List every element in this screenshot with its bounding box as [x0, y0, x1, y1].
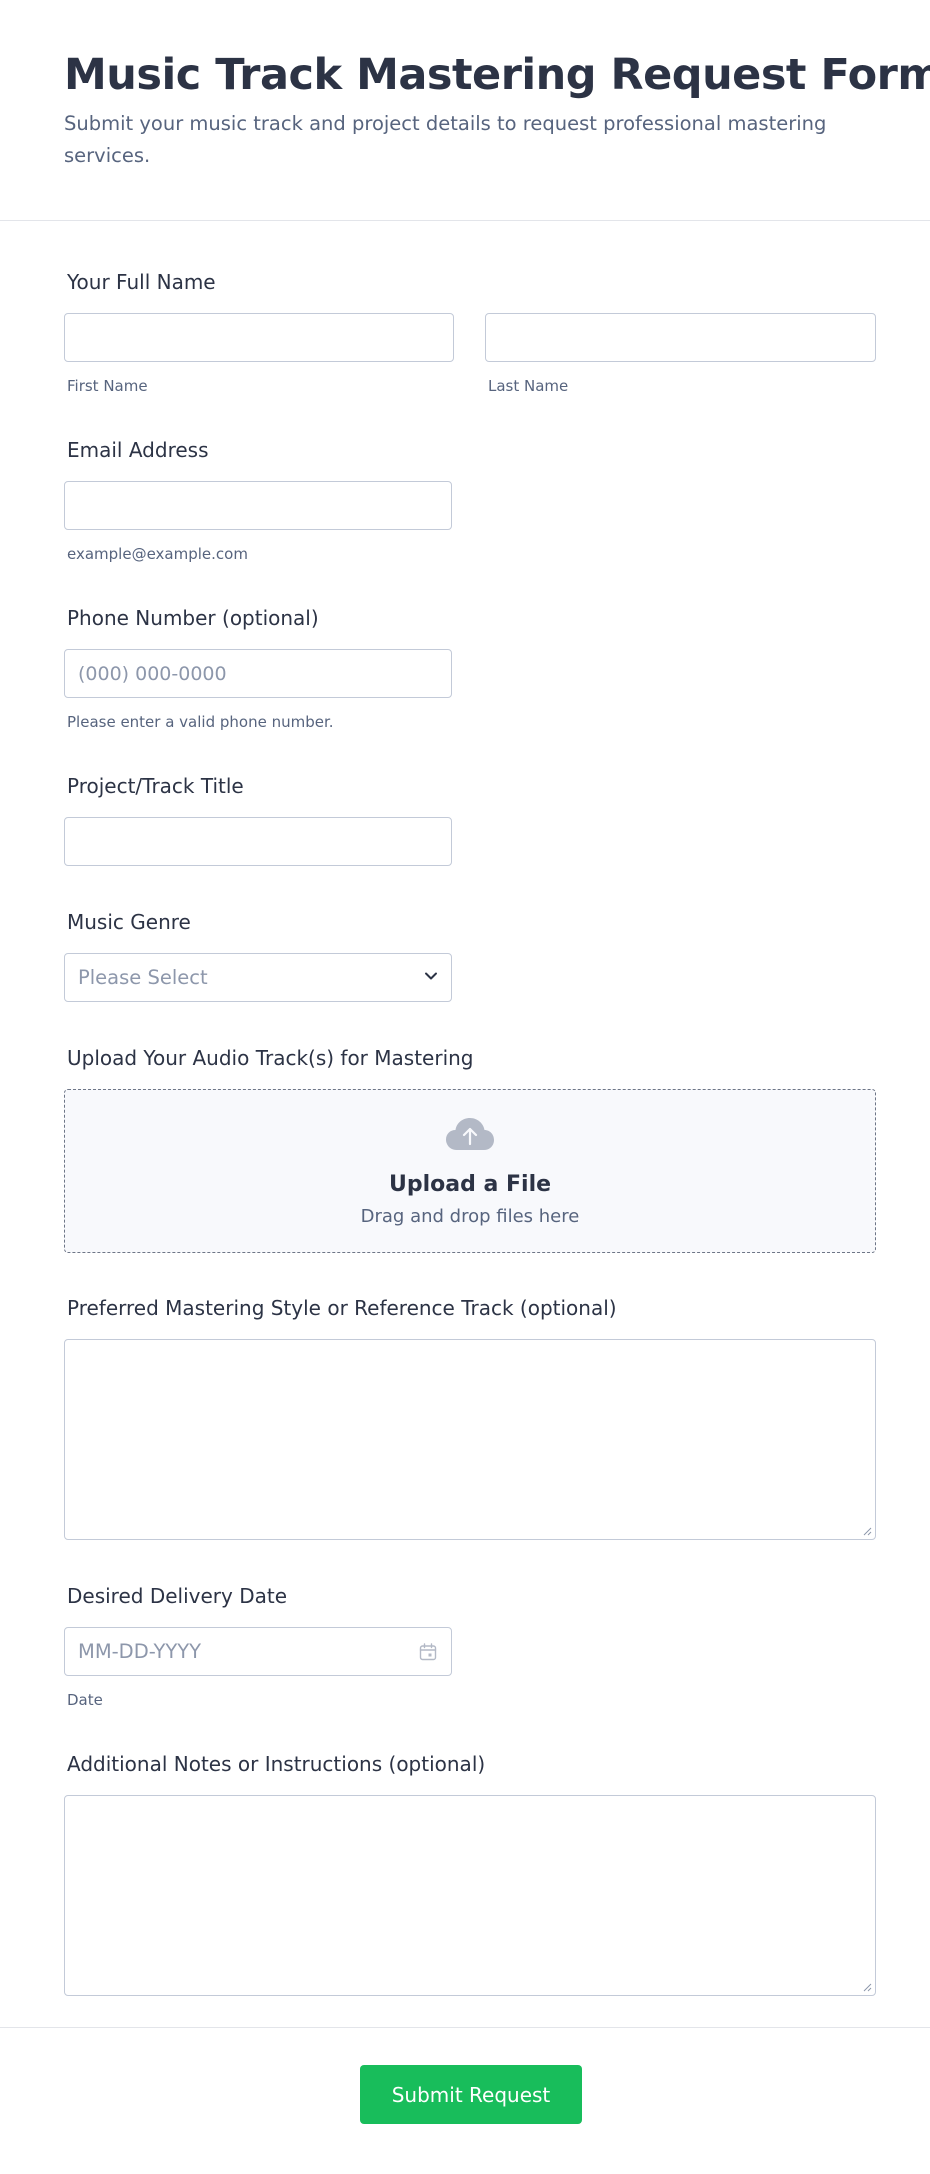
- footer-divider: [0, 2027, 930, 2028]
- resize-grip-icon[interactable]: [863, 1983, 872, 1992]
- phone-label: Phone Number (optional): [67, 606, 319, 630]
- date-placeholder: MM-DD-YYYY: [78, 1640, 202, 1663]
- calendar-icon[interactable]: [419, 1643, 437, 1661]
- form-header: Music Track Mastering Request Form Submi…: [0, 0, 930, 221]
- genre-selected-value: Please Select: [78, 966, 208, 989]
- upload-title: Upload a File: [388, 1172, 552, 1197]
- page-title: Music Track Mastering Request Form: [64, 50, 930, 100]
- notes-label: Additional Notes or Instructions (option…: [67, 1752, 486, 1776]
- project-title-label: Project/Track Title: [67, 774, 244, 798]
- phone-sublabel: Please enter a valid phone number.: [67, 713, 334, 731]
- last-name-input[interactable]: [485, 313, 876, 362]
- email-label: Email Address: [67, 438, 209, 462]
- notes-textarea[interactable]: [64, 1795, 876, 1996]
- genre-label: Music Genre: [67, 910, 191, 934]
- mastering-style-textarea[interactable]: [64, 1339, 876, 1540]
- cloud-upload-icon: [446, 1118, 494, 1150]
- email-sublabel: example@example.com: [67, 545, 248, 563]
- upload-hint: Drag and drop files here: [360, 1206, 580, 1227]
- genre-select[interactable]: Please Select: [64, 953, 452, 1002]
- date-sublabel: Date: [67, 1691, 103, 1709]
- submit-button[interactable]: Submit Request: [360, 2065, 582, 2124]
- delivery-date-input[interactable]: MM-DD-YYYY: [64, 1627, 452, 1676]
- project-title-input[interactable]: [64, 817, 452, 866]
- first-name-sublabel: First Name: [67, 377, 148, 395]
- delivery-date-label: Desired Delivery Date: [67, 1584, 287, 1608]
- full-name-label: Your Full Name: [67, 270, 216, 294]
- last-name-sublabel: Last Name: [488, 377, 569, 395]
- chevron-down-icon: [425, 972, 437, 980]
- upload-label: Upload Your Audio Track(s) for Mastering: [67, 1046, 474, 1070]
- file-upload-dropzone[interactable]: Upload a File Drag and drop files here: [64, 1089, 876, 1253]
- page-subtitle: Submit your music track and project deta…: [64, 112, 827, 167]
- resize-grip-icon[interactable]: [863, 1527, 872, 1536]
- email-field[interactable]: [64, 481, 452, 530]
- first-name-input[interactable]: [64, 313, 454, 362]
- mastering-style-label: Preferred Mastering Style or Reference T…: [67, 1296, 617, 1320]
- phone-input[interactable]: [64, 649, 452, 698]
